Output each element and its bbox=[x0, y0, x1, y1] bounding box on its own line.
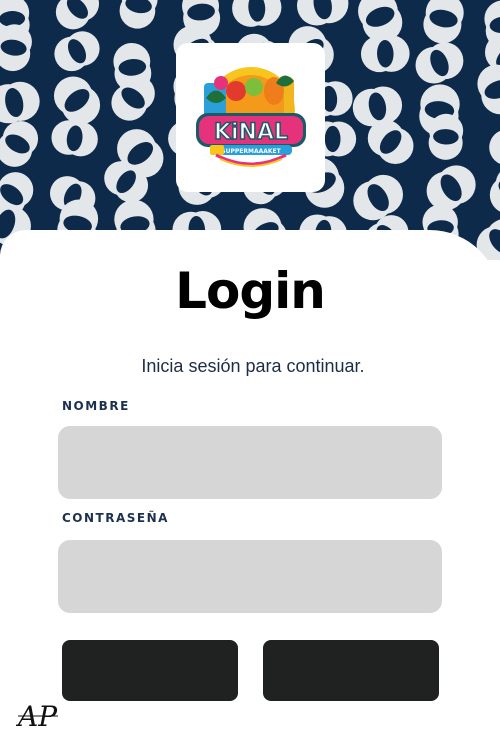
monogram-logo: AP bbox=[16, 700, 58, 733]
password-label: CONTRASEÑA bbox=[62, 511, 169, 525]
login-button[interactable] bbox=[62, 640, 238, 701]
page-title: Login bbox=[175, 262, 326, 320]
logo-subtext: SUPPERMAAAKET bbox=[221, 148, 281, 155]
logo-wordmark: KiNAL bbox=[214, 120, 288, 145]
username-input[interactable] bbox=[58, 426, 442, 499]
store-logo-icon: KiNAL SUPPERMAAAKET bbox=[196, 67, 306, 167]
store-logo: KiNAL SUPPERMAAAKET bbox=[176, 43, 325, 192]
secondary-button[interactable] bbox=[263, 640, 439, 701]
page-subtitle: Inicia sesión para continuar. bbox=[141, 356, 365, 376]
password-input[interactable] bbox=[58, 540, 442, 613]
username-label: NOMBRE bbox=[62, 399, 130, 413]
